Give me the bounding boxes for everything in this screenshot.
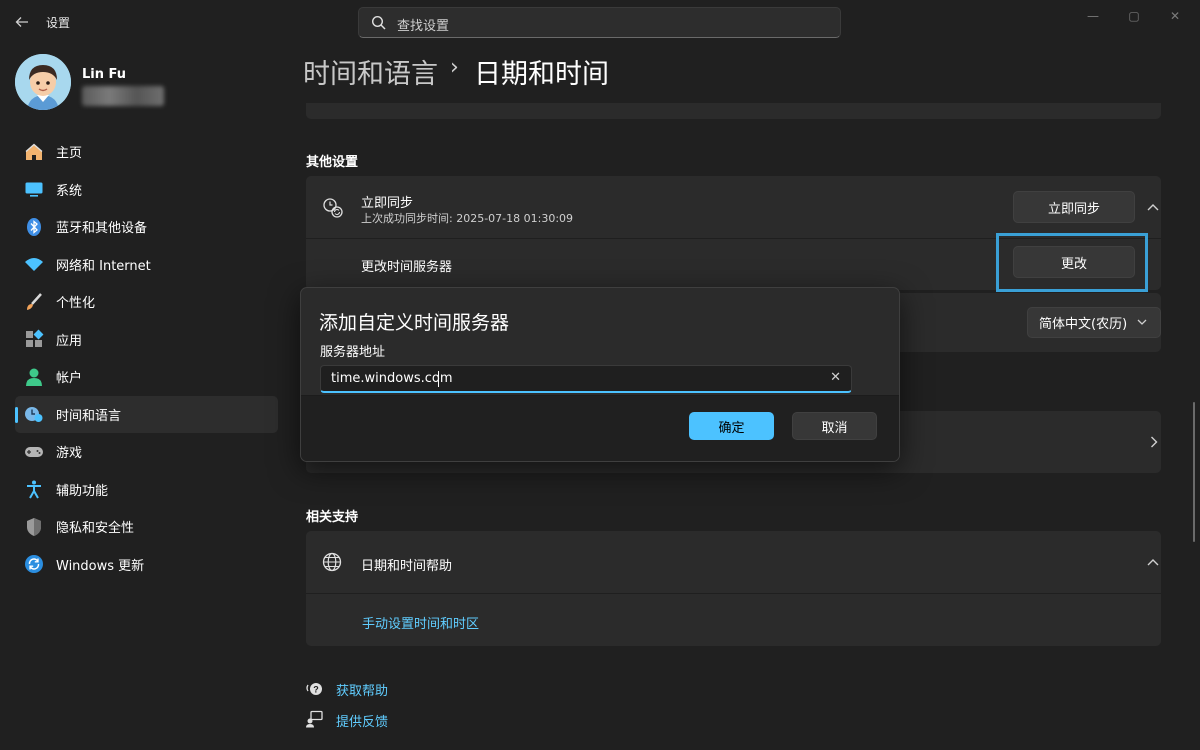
sidebar-item-label: 帐户: [56, 371, 83, 387]
dialog-footer: 确定 取消: [301, 395, 899, 461]
sync-clock-icon: [323, 198, 343, 218]
chevron-down-icon: [1137, 319, 1147, 325]
minimize-button[interactable]: —: [1083, 8, 1103, 24]
search-box[interactable]: 查找设置: [358, 7, 841, 38]
sidebar-item-label: 隐私和安全性: [56, 521, 135, 537]
sidebar-item-network[interactable]: 网络和 Internet: [15, 246, 278, 284]
sync-now-button[interactable]: 立即同步: [1013, 191, 1135, 223]
sidebar-item-accounts[interactable]: 帐户: [15, 358, 278, 396]
card-partial: [306, 103, 1161, 119]
sidebar-item-privacy[interactable]: 隐私和安全性: [15, 508, 278, 546]
sidebar-item-gaming[interactable]: 游戏: [15, 433, 278, 471]
user-email-redacted: [82, 86, 164, 106]
dialog-title: 添加自定义时间服务器: [319, 312, 510, 334]
accessibility-icon: [24, 479, 44, 499]
cancel-button[interactable]: 取消: [792, 412, 877, 440]
account-icon: [24, 367, 44, 387]
breadcrumb-parent[interactable]: 时间和语言: [303, 52, 438, 91]
sidebar-item-label: Windows 更新: [56, 558, 145, 574]
calendar-dropdown-value: 简体中文(农历): [1039, 317, 1128, 332]
wifi-icon: [24, 254, 44, 274]
sidebar-item-label: 个性化: [56, 296, 96, 312]
app-title: 设置: [46, 16, 71, 30]
user-name: Lin Fu: [82, 67, 127, 82]
help-title: 日期和时间帮助: [361, 559, 453, 574]
sidebar-item-label: 系统: [56, 183, 83, 199]
sidebar-item-bluetooth[interactable]: 蓝牙和其他设备: [15, 208, 278, 246]
maximize-button[interactable]: ▢: [1124, 8, 1144, 24]
section-title-other-settings: 其他设置: [306, 155, 359, 170]
update-icon: [24, 554, 44, 574]
back-arrow-icon: [15, 17, 28, 27]
sidebar-item-time-language[interactable]: 时间和语言: [15, 395, 278, 433]
page-title: 日期和时间: [474, 59, 609, 90]
server-address-input[interactable]: time.windows.com ✕: [320, 365, 852, 393]
text-caret: [438, 371, 439, 387]
system-icon: [24, 179, 44, 199]
feedback-icon: [306, 710, 323, 728]
sidebar-item-label: 网络和 Internet: [56, 258, 151, 274]
avatar[interactable]: [15, 54, 71, 110]
sidebar-item-apps[interactable]: 应用: [15, 321, 278, 359]
section-title-related-support: 相关支持: [306, 510, 359, 525]
breadcrumb-separator: ›: [450, 55, 459, 80]
server-address-value: time.windows.com: [331, 371, 453, 386]
chevron-up-icon[interactable]: [1143, 553, 1163, 571]
time-language-icon: [24, 404, 44, 424]
sidebar-item-label: 游戏: [56, 446, 83, 462]
scrollbar-thumb[interactable]: [1193, 402, 1195, 542]
sync-subtitle: 上次成功同步时间: 2025-07-18 01:30:09: [361, 212, 574, 225]
help-card: 日期和时间帮助 手动设置时间和时区: [306, 531, 1161, 646]
sidebar-item-accessibility[interactable]: 辅助功能: [15, 471, 278, 509]
sidebar-nav: 主页 系统 蓝牙和其他设备 网络和 Internet 个性化 应用 帐户 时间和…: [15, 133, 278, 583]
get-help-link[interactable]: 获取帮助: [336, 680, 388, 699]
sidebar-item-personalization[interactable]: 个性化: [15, 283, 278, 321]
get-help-icon: ?: [306, 683, 322, 695]
apps-icon: [24, 329, 44, 349]
clear-icon[interactable]: ✕: [830, 370, 841, 385]
brush-icon: [24, 292, 44, 312]
home-icon: [24, 142, 44, 162]
gamepad-icon: [24, 442, 44, 462]
sidebar-item-label: 主页: [56, 146, 83, 162]
svg-text:?: ?: [313, 685, 319, 695]
search-placeholder: 查找设置: [397, 19, 450, 34]
chevron-right-icon: [1144, 433, 1164, 451]
sidebar-item-label: 蓝牙和其他设备: [56, 221, 148, 237]
highlight-box: [996, 233, 1148, 292]
ok-button[interactable]: 确定: [689, 412, 774, 440]
feedback-link[interactable]: 提供反馈: [336, 711, 388, 730]
globe-icon: [322, 552, 342, 572]
time-server-label: 更改时间服务器: [361, 260, 453, 275]
add-time-server-dialog: 添加自定义时间服务器 服务器地址 time.windows.com ✕ 确定 取…: [300, 287, 900, 462]
sidebar-item-windows-update[interactable]: Windows 更新: [15, 546, 278, 584]
sidebar-item-home[interactable]: 主页: [15, 133, 278, 171]
sidebar-item-system[interactable]: 系统: [15, 171, 278, 209]
sidebar-item-label: 辅助功能: [56, 483, 109, 499]
calendar-dropdown[interactable]: 简体中文(农历): [1027, 307, 1161, 338]
search-icon: [371, 15, 386, 30]
chevron-up-icon[interactable]: [1143, 198, 1163, 216]
sidebar-item-label: 时间和语言: [56, 408, 122, 424]
sync-title: 立即同步: [361, 196, 414, 211]
divider: [306, 593, 1161, 594]
close-button[interactable]: ✕: [1165, 8, 1185, 24]
manual-time-zone-link[interactable]: 手动设置时间和时区: [362, 613, 479, 632]
server-address-label: 服务器地址: [320, 345, 386, 360]
shield-icon: [24, 517, 44, 537]
avatar-image: [15, 54, 71, 110]
back-button[interactable]: [8, 8, 36, 36]
bluetooth-icon: [24, 217, 44, 237]
sidebar-item-label: 应用: [56, 333, 83, 349]
